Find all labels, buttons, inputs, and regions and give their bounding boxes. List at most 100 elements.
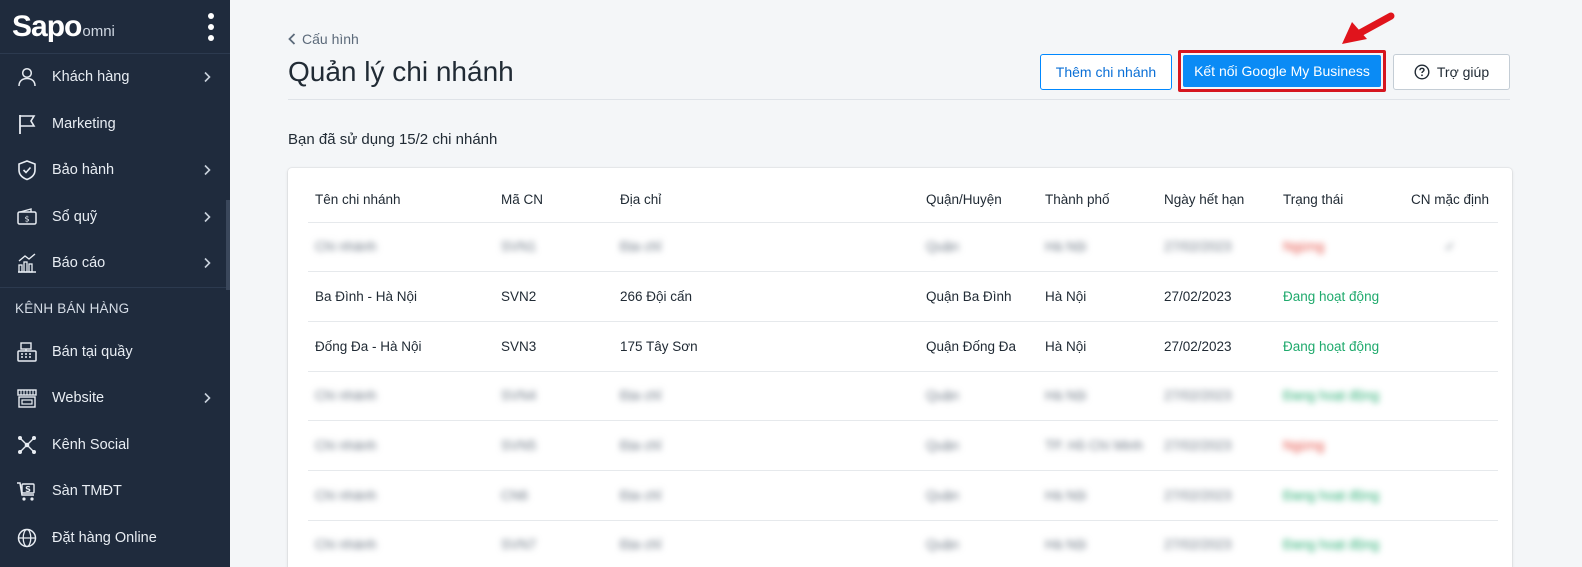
cell-name[interactable]: Chi nhánh	[308, 470, 494, 521]
table-header-row: Tên chi nhánh Mã CN Địa chỉ Quận/Huyện T…	[308, 178, 1498, 223]
flag-icon	[16, 113, 38, 135]
cell-name[interactable]: Chi nhánh	[308, 371, 494, 422]
table-row[interactable]: Chi nhánh CN6 Địa chỉ Quận Hà Nội 27/02/2023 Đ…	[308, 470, 1498, 521]
cell-address: Địa chỉ	[613, 222, 919, 273]
cell-code: SVN3	[494, 321, 613, 372]
nav-item-label: Khách hàng	[52, 69, 130, 86]
main-content: Cấu hình Quản lý chi nhánh Thêm chi nhán…	[230, 0, 1582, 567]
table-row[interactable]: Đống Đa - Hà Nội SVN3 175 Tây Sơn Quận Đống…	[308, 321, 1498, 372]
sidebar-channel-cash-register[interactable]: Bán tại quầy	[0, 329, 230, 376]
sidebar-item-chart[interactable]: Báo cáo	[0, 240, 230, 287]
cell-status: Đang hoạt động	[1276, 520, 1402, 567]
cell-district: Quận	[919, 222, 1038, 273]
cell-expiry: 27/02/2023	[1157, 222, 1276, 273]
col-header-district: Quận/Huyện	[919, 178, 1038, 223]
table-body: Chi nhánh SVN1 Địa chỉ Quận Hà Nội 27/02/2023…	[308, 222, 1498, 567]
cell-status: Đang hoạt động	[1276, 321, 1402, 372]
cell-status: Ngừng	[1276, 222, 1402, 273]
cell-address: Địa chỉ	[613, 520, 919, 567]
chevron-left-icon	[288, 33, 296, 45]
cell-city: Hà Nội	[1038, 321, 1157, 372]
cell-city: Hà Nội	[1038, 520, 1157, 567]
cell-district: Quận Ba Đình	[919, 271, 1038, 322]
cell-default: ✓	[1402, 222, 1498, 273]
col-header-city: Thành phố	[1038, 178, 1157, 223]
col-header-code: Mã CN	[494, 178, 613, 223]
cell-code: SVN7	[494, 520, 613, 567]
wallet-icon: $	[16, 206, 38, 228]
sidebar-item-flag[interactable]: Marketing	[0, 101, 230, 148]
cell-city: Hà Nội	[1038, 371, 1157, 422]
sidebar-nav: Khách hàng Marketing Bảo hành $ Sổ quỹ Báo cá…	[0, 54, 230, 287]
nav-item-label: Kênh Social	[52, 436, 130, 453]
store-icon	[16, 387, 38, 409]
cell-district: Quận	[919, 470, 1038, 521]
sidebar-channel-globe[interactable]: Đặt hàng Online	[0, 515, 230, 562]
cell-default	[1402, 470, 1498, 521]
nav-item-label: Sàn TMĐT	[52, 483, 122, 500]
cell-default	[1402, 271, 1498, 322]
cell-code: SVN5	[494, 420, 613, 471]
cell-district: Quận	[919, 420, 1038, 471]
breadcrumb-label: Cấu hình	[302, 31, 359, 47]
cell-district: Quận	[919, 520, 1038, 567]
cell-city: Hà Nội	[1038, 222, 1157, 273]
sidebar-channel-social-network[interactable]: Kênh Social	[0, 422, 230, 469]
more-menu-icon[interactable]	[206, 13, 216, 41]
cell-district: Quận	[919, 371, 1038, 422]
nav-item-label: Bán tại quầy	[52, 343, 133, 360]
table-row[interactable]: Ba Đình - Hà Nội SVN2 266 Đội cấn Quận Ba Đ…	[308, 271, 1498, 322]
cell-code: SVN1	[494, 222, 613, 273]
sidebar-item-wallet[interactable]: $ Sổ quỹ	[0, 194, 230, 241]
help-label: Trợ giúp	[1436, 64, 1490, 80]
col-header-name: Tên chi nhánh	[308, 178, 494, 223]
cell-address: Địa chỉ	[613, 420, 919, 471]
globe-icon	[16, 527, 38, 549]
cell-default	[1402, 321, 1498, 372]
cell-name[interactable]: Chi nhánh	[308, 420, 494, 471]
table-row[interactable]: Chi nhánh SVN7 Địa chỉ Quận Hà Nội 27/02/2023…	[308, 520, 1498, 567]
sales-channel-nav: Bán tại quầy Website Kênh Social S Sàn TMĐT Đ…	[0, 329, 230, 562]
cell-city: TP. Hồ Chí Minh	[1038, 420, 1157, 471]
help-button[interactable]: Trợ giúp	[1393, 54, 1510, 90]
cell-expiry: 27/02/2023	[1157, 520, 1276, 567]
table-row[interactable]: Chi nhánh SVN5 Địa chỉ Quận TP. Hồ Chí Minh 2…	[308, 420, 1498, 471]
table-row[interactable]: Chi nhánh SVN4 Địa chỉ Quận Hà Nội 27/02/2023…	[308, 371, 1498, 422]
highlight-box: Kết nối Google My Business	[1178, 50, 1386, 92]
sidebar-item-shield[interactable]: Bảo hành	[0, 147, 230, 194]
cell-expiry: 27/02/2023	[1157, 420, 1276, 471]
chevron-right-icon	[204, 165, 211, 176]
table-row[interactable]: Chi nhánh SVN1 Địa chỉ Quận Hà Nội 27/02/2023…	[308, 222, 1498, 273]
cell-code: CN6	[494, 470, 613, 521]
add-branch-button[interactable]: Thêm chi nhánh	[1040, 54, 1172, 90]
cell-city: Hà Nội	[1038, 271, 1157, 322]
nav-item-label: Sổ quỹ	[52, 208, 98, 225]
cell-default	[1402, 520, 1498, 567]
chevron-right-icon	[204, 211, 211, 222]
cell-name[interactable]: Chi nhánh	[308, 222, 494, 273]
sidebar-channel-store[interactable]: Website	[0, 375, 230, 422]
nav-item-label: Website	[52, 390, 105, 407]
col-header-address: Địa chỉ	[613, 178, 919, 223]
chevron-right-icon	[204, 393, 211, 404]
sidebar-item-user[interactable]: Khách hàng	[0, 54, 230, 101]
svg-text:$: $	[24, 214, 29, 223]
cell-name[interactable]: Đống Đa - Hà Nội	[308, 321, 494, 372]
logo-suffix: omni	[82, 23, 115, 40]
chevron-right-icon	[204, 72, 211, 83]
cell-default	[1402, 420, 1498, 471]
cell-name[interactable]: Ba Đình - Hà Nội	[308, 271, 494, 322]
cell-status: Đang hoạt động	[1276, 470, 1402, 521]
nav-item-label: Đặt hàng Online	[52, 529, 157, 546]
logo[interactable]: Sapo	[12, 10, 82, 44]
cell-address: Địa chỉ	[613, 470, 919, 521]
cell-name[interactable]: Chi nhánh	[308, 520, 494, 567]
cell-status: Ngừng	[1276, 420, 1402, 471]
breadcrumb[interactable]: Cấu hình	[288, 31, 359, 47]
cell-status: Đang hoạt động	[1276, 271, 1402, 322]
nav-item-label: Báo cáo	[52, 255, 106, 272]
sidebar-channel-shopping-cart[interactable]: S Sàn TMĐT	[0, 468, 230, 515]
branch-table-card: Tên chi nhánh Mã CN Địa chỉ Quận/Huyện T…	[288, 168, 1512, 567]
connect-google-my-business-button[interactable]: Kết nối Google My Business	[1183, 55, 1381, 87]
chart-icon	[16, 252, 38, 274]
